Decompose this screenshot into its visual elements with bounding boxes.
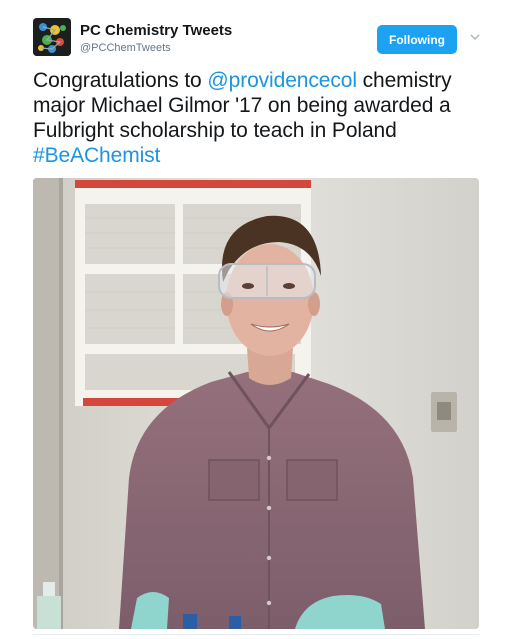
following-button[interactable]: Following [377, 25, 457, 54]
hashtag-link[interactable]: #BeAChemist [33, 144, 160, 167]
chevron-down-icon[interactable] [468, 30, 482, 44]
tweet-text: Congratulations to @providencecol chemis… [33, 68, 493, 168]
account-avatar[interactable] [33, 18, 71, 56]
tweet-header: PC Chemistry Tweets @PCChemTweets Follow… [0, 0, 512, 66]
tweet-text-part: Congratulations to [33, 69, 208, 92]
tweet-photo[interactable] [33, 178, 479, 629]
divider [33, 634, 479, 635]
mention-link[interactable]: @providencecol [207, 69, 357, 92]
student-in-safety-goggles-photo [33, 178, 479, 629]
account-handle[interactable]: @PCChemTweets [80, 42, 171, 54]
account-display-name[interactable]: PC Chemistry Tweets [80, 22, 232, 39]
molecule-avatar-icon [33, 18, 71, 56]
